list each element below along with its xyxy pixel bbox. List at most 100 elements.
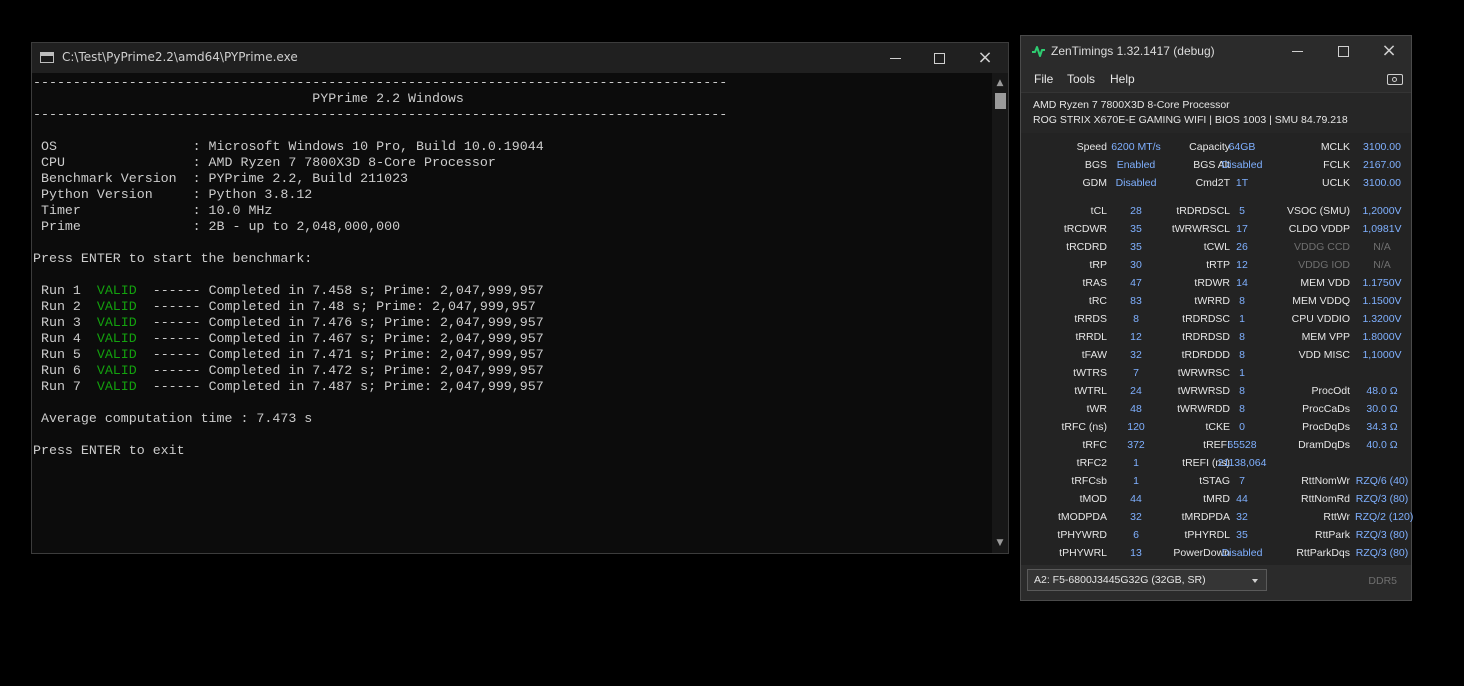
timing-label: UCLK bbox=[1321, 177, 1350, 189]
screenshot-camera-icon[interactable] bbox=[1387, 74, 1403, 85]
timings-grid: Speed 6200 MT/s Capacity 64GB MCLK 3100.00 BGS… bbox=[1021, 133, 1413, 565]
timing-row: tRRDL 12 tRDRDSD 8 MEM VPP 1.8000V bbox=[1021, 328, 1411, 346]
timing-label: tRC bbox=[1088, 295, 1107, 307]
timing-label: VDD MISC bbox=[1298, 349, 1350, 361]
timing-label: tRFC (ns) bbox=[1061, 421, 1108, 433]
scroll-up-icon[interactable]: ▲ bbox=[992, 75, 1008, 91]
minimize-button[interactable] bbox=[872, 43, 918, 73]
zentimings-window[interactable]: ZenTimings 1.32.1417 (debug) × File Tool… bbox=[1020, 35, 1413, 601]
timing-value: 1.1500V bbox=[1362, 295, 1402, 307]
scroll-down-icon[interactable]: ▼ bbox=[992, 535, 1008, 551]
timing-value: 13 bbox=[1130, 547, 1142, 559]
timing-row: tWTRL 24 tWRWRSD 8 ProcOdt 48.0 Ω bbox=[1021, 382, 1411, 400]
timing-label: VSOC (SMU) bbox=[1287, 205, 1350, 217]
menu-file[interactable]: File bbox=[1034, 72, 1053, 86]
cpu-name: AMD Ryzen 7 7800X3D 8-Core Processor bbox=[1033, 99, 1230, 111]
minimize-icon bbox=[1291, 50, 1303, 52]
timing-value: 1,0981V bbox=[1362, 223, 1402, 235]
timing-row: tRP 30 tRTP 12 VDDG IOD N/A bbox=[1021, 256, 1411, 274]
timing-label: RttWr bbox=[1323, 511, 1350, 523]
timing-value: 8 bbox=[1239, 331, 1245, 343]
timing-label: ProcDqDs bbox=[1302, 421, 1350, 433]
timing-value: Disabled bbox=[1221, 159, 1263, 171]
zen-close-button[interactable]: × bbox=[1366, 36, 1412, 66]
console-text: ----------------------------------------… bbox=[33, 75, 728, 458]
timing-value: 32 bbox=[1130, 511, 1142, 523]
timing-label: tRCDWR bbox=[1063, 223, 1107, 235]
timing-label: tRRDS bbox=[1074, 313, 1107, 325]
timing-label: tRFC2 bbox=[1076, 457, 1107, 469]
timing-value: 83 bbox=[1130, 295, 1142, 307]
timing-value: 28 bbox=[1130, 205, 1142, 217]
zen-logo-icon bbox=[1032, 46, 1045, 57]
menu-help[interactable]: Help bbox=[1110, 72, 1135, 86]
timing-label: RttParkDqs bbox=[1296, 547, 1350, 559]
timing-value: 1.8000V bbox=[1362, 331, 1402, 343]
console-app-icon bbox=[40, 52, 54, 63]
timing-value: Disabled bbox=[1115, 177, 1157, 189]
timing-value: 5 bbox=[1239, 205, 1245, 217]
menu-tools[interactable]: Tools bbox=[1067, 72, 1095, 86]
chevron-down-icon bbox=[1252, 579, 1258, 583]
zen-maximize-button[interactable] bbox=[1320, 36, 1366, 66]
timing-value: 1,2000V bbox=[1362, 205, 1402, 217]
zen-minimize-button[interactable] bbox=[1274, 36, 1320, 66]
timing-value: 1.3200V bbox=[1362, 313, 1402, 325]
timing-label: ProcOdt bbox=[1311, 385, 1350, 397]
console-scrollbar[interactable]: ▲ ▼ bbox=[992, 73, 1008, 553]
timing-label: VDDG CCD bbox=[1293, 241, 1350, 253]
timing-label: tWTRS bbox=[1073, 367, 1107, 379]
run-status: VALID bbox=[96, 283, 137, 298]
timing-value: 8 bbox=[1239, 403, 1245, 415]
minimize-icon bbox=[889, 57, 901, 59]
timing-value: 6200 MT/s bbox=[1111, 141, 1161, 153]
timing-value: 3100.00 bbox=[1363, 141, 1401, 153]
system-info: AMD Ryzen 7 7800X3D 8-Core Processor ROG… bbox=[1021, 92, 1411, 134]
timing-value: 65528 bbox=[1227, 439, 1257, 451]
run-status: VALID bbox=[96, 315, 137, 330]
scroll-thumb[interactable] bbox=[995, 93, 1006, 109]
run-line: Run 3 VALID ------ Completed in 7.476 s;… bbox=[33, 315, 544, 330]
timing-label: tWR bbox=[1086, 403, 1107, 415]
timing-row: tCL 28 tRDRDSCL 5 VSOC (SMU) 1,2000V bbox=[1021, 202, 1411, 220]
timing-row: tRC 83 tWRRD 8 MEM VDDQ 1.1500V bbox=[1021, 292, 1411, 310]
run-status: VALID bbox=[96, 331, 137, 346]
timing-value: 17 bbox=[1236, 223, 1248, 235]
close-button[interactable]: × bbox=[962, 43, 1008, 73]
timing-label: CLDO VDDP bbox=[1288, 223, 1350, 235]
timing-value: 12 bbox=[1130, 331, 1142, 343]
timing-value: Disabled bbox=[1221, 547, 1263, 559]
timing-value: 1 bbox=[1239, 367, 1245, 379]
maximize-button[interactable] bbox=[916, 43, 962, 73]
timing-value: 0 bbox=[1239, 421, 1245, 433]
timing-label: FCLK bbox=[1323, 159, 1350, 171]
timing-label: tPHYWRL bbox=[1059, 547, 1107, 559]
console-titlebar[interactable]: C:\Test\PyPrime2.2\amd64\PYPrime.exe × bbox=[32, 43, 1008, 73]
timing-label: MEM VPP bbox=[1301, 331, 1350, 343]
timing-label: DramDqDs bbox=[1298, 439, 1350, 451]
module-select[interactable]: A2: F5-6800J3445G32G (32GB, SR) bbox=[1027, 569, 1267, 591]
timing-label: tWTRL bbox=[1074, 385, 1107, 397]
timing-value: Enabled bbox=[1116, 159, 1156, 171]
timing-value: 372 bbox=[1127, 439, 1145, 451]
maximize-icon bbox=[1337, 45, 1349, 57]
timing-row: tRCDRD 35 tCWL 26 VDDG CCD N/A bbox=[1021, 238, 1411, 256]
summary-row: Speed 6200 MT/s Capacity 64GB MCLK 3100.00 bbox=[1021, 138, 1411, 156]
zen-titlebar[interactable]: ZenTimings 1.32.1417 (debug) × bbox=[1021, 36, 1411, 66]
timing-value: RZQ/6 (40) bbox=[1355, 475, 1409, 487]
timing-value: 3100.00 bbox=[1363, 177, 1401, 189]
timing-row: tPHYWRL 13 PowerDown Disabled RttParkDqs RZQ/… bbox=[1021, 544, 1411, 562]
timing-value: 44 bbox=[1236, 493, 1248, 505]
timing-row: tRFCsb 1 tSTAG 7 RttNomWr RZQ/6 (40) bbox=[1021, 472, 1411, 490]
timing-value: 1 bbox=[1239, 313, 1245, 325]
timing-value: 8 bbox=[1239, 349, 1245, 361]
timing-row: tRRDS 8 tRDRDSC 1 CPU VDDIO 1.3200V bbox=[1021, 310, 1411, 328]
run-line: Run 4 VALID ------ Completed in 7.467 s;… bbox=[33, 331, 544, 346]
timing-value: 32 bbox=[1130, 349, 1142, 361]
timing-value: 1.1750V bbox=[1362, 277, 1402, 289]
run-status: VALID bbox=[96, 379, 137, 394]
timing-row: tMODPDA 32 tMRDPDA 32 RttWr RZQ/2 (120) bbox=[1021, 508, 1413, 526]
console-output[interactable]: ----------------------------------------… bbox=[32, 73, 992, 553]
console-window[interactable]: C:\Test\PyPrime2.2\amd64\PYPrime.exe × -… bbox=[31, 42, 1009, 554]
timing-row: tWTRS 7 tWRWRSC 1 bbox=[1021, 364, 1411, 382]
